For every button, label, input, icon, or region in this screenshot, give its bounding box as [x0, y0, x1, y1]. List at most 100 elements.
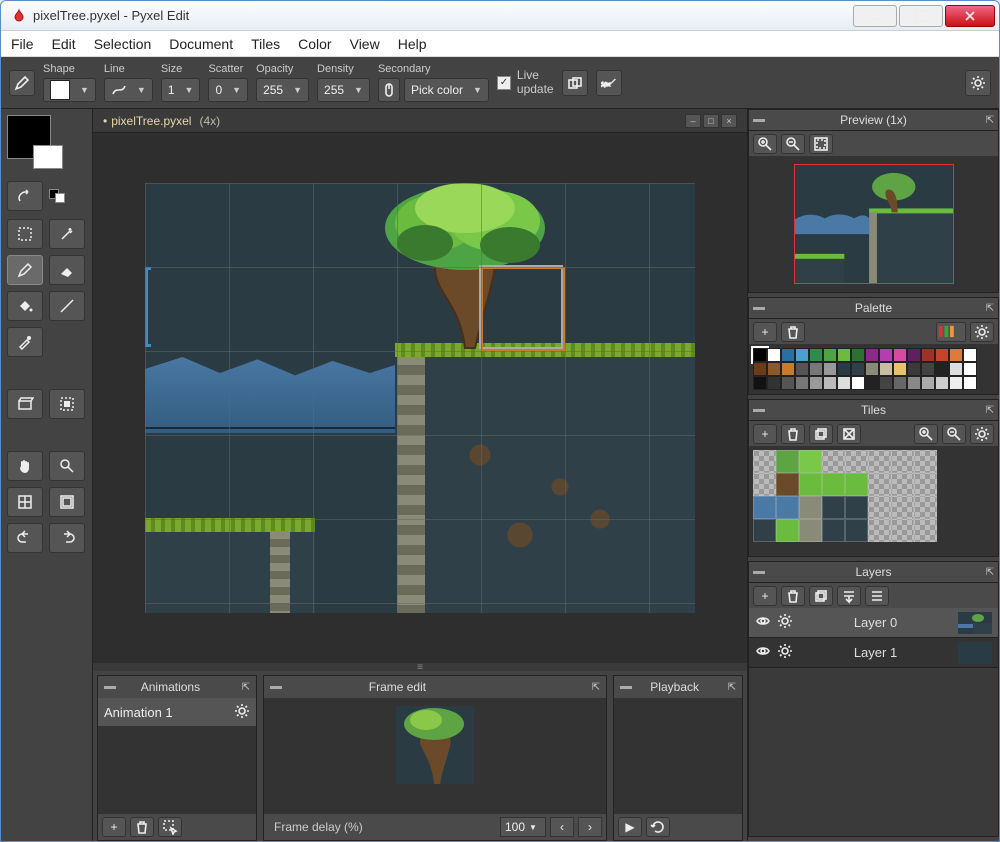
- add-animation-button[interactable]: +: [102, 817, 126, 837]
- palette-swatch[interactable]: [935, 348, 949, 362]
- menu-help[interactable]: Help: [398, 36, 427, 52]
- palette-swatch[interactable]: [963, 348, 977, 362]
- palette-swatch[interactable]: [795, 348, 809, 362]
- canvas[interactable]: [145, 183, 695, 613]
- document-tab[interactable]: • pixelTree.pyxel (4x) – □ ×: [93, 109, 747, 133]
- tiles-popout-icon[interactable]: ⇱: [986, 405, 994, 416]
- preview-zoom-in-icon[interactable]: [753, 134, 777, 154]
- live-update-checkbox[interactable]: ✓: [497, 76, 511, 90]
- prev-frame-button[interactable]: ‹: [550, 817, 574, 837]
- delete-layer-button[interactable]: [781, 586, 805, 606]
- palette-swatch[interactable]: [753, 348, 767, 362]
- preview-viewport[interactable]: [794, 164, 954, 284]
- palette-popout-icon[interactable]: ⇱: [986, 303, 994, 314]
- flatten-button[interactable]: [865, 586, 889, 606]
- palette-swatch[interactable]: [823, 362, 837, 376]
- tiles-settings-gear-icon[interactable]: [970, 424, 994, 444]
- palette-swatch[interactable]: [781, 348, 795, 362]
- next-frame-button[interactable]: ›: [578, 817, 602, 837]
- menu-tiles[interactable]: Tiles: [251, 36, 280, 52]
- palette-swatch[interactable]: [907, 376, 921, 390]
- clear-tile-button[interactable]: [837, 424, 861, 444]
- menu-color[interactable]: Color: [298, 36, 331, 52]
- menu-edit[interactable]: Edit: [52, 36, 76, 52]
- line-tool-icon[interactable]: [49, 291, 85, 321]
- palette-swatch[interactable]: [809, 376, 823, 390]
- eyedropper-tool-icon[interactable]: [7, 327, 43, 357]
- preview-fit-icon[interactable]: [809, 134, 833, 154]
- size-dropdown[interactable]: 1: [161, 78, 201, 102]
- palette-swatch[interactable]: [851, 376, 865, 390]
- palette-swatch[interactable]: [823, 348, 837, 362]
- horizontal-splitter[interactable]: [93, 663, 747, 671]
- palette-swatch[interactable]: [879, 376, 893, 390]
- palette-swatch[interactable]: [865, 362, 879, 376]
- palette-swatch[interactable]: [907, 348, 921, 362]
- palette-swatch[interactable]: [949, 362, 963, 376]
- palette-swatch[interactable]: [781, 376, 795, 390]
- frame-popout-icon[interactable]: ⇱: [592, 682, 600, 693]
- palette-swatch[interactable]: [921, 376, 935, 390]
- palette-swatch[interactable]: [809, 348, 823, 362]
- layer-visibility-icon[interactable]: [755, 613, 771, 632]
- preview-popout-icon[interactable]: ⇱: [986, 115, 994, 126]
- palette-swatch[interactable]: [893, 362, 907, 376]
- window-close-button[interactable]: [945, 5, 995, 27]
- layer-settings-gear-icon[interactable]: [777, 613, 793, 632]
- tiles-zoom-in-icon[interactable]: [914, 424, 938, 444]
- duplicate-layer-button[interactable]: [809, 586, 833, 606]
- palette-settings-gear-icon[interactable]: [970, 322, 994, 342]
- shape-dropdown[interactable]: [43, 78, 96, 102]
- undo-icon[interactable]: [7, 523, 43, 553]
- palette-swatch[interactable]: [795, 362, 809, 376]
- preview-zoom-out-icon[interactable]: [781, 134, 805, 154]
- grid-b-tool-icon[interactable]: [49, 487, 85, 517]
- density-dropdown[interactable]: 255: [317, 78, 370, 102]
- doc-minimize-icon[interactable]: –: [685, 114, 701, 128]
- pencil-tool-button[interactable]: [7, 255, 43, 285]
- palette-swatch[interactable]: [963, 376, 977, 390]
- frame-delay-input[interactable]: 100: [500, 817, 546, 837]
- animations-collapse-icon[interactable]: [104, 686, 116, 689]
- magic-wand-tool-icon[interactable]: [49, 219, 85, 249]
- hand-tool-icon[interactable]: [7, 451, 43, 481]
- pencil-tool-icon[interactable]: [9, 70, 35, 96]
- pick-color-dropdown[interactable]: Pick color: [404, 78, 489, 102]
- palette-swatch[interactable]: [963, 362, 977, 376]
- palette-swatch[interactable]: [935, 376, 949, 390]
- palette-swatch[interactable]: [879, 362, 893, 376]
- palette-swatch[interactable]: [851, 362, 865, 376]
- mouse-icon[interactable]: [378, 78, 400, 102]
- palette-swatch[interactable]: [837, 376, 851, 390]
- palette-swatch[interactable]: [893, 376, 907, 390]
- doc-maximize-icon[interactable]: □: [703, 114, 719, 128]
- scatter-dropdown[interactable]: 0: [208, 78, 248, 102]
- palette-sort-icon[interactable]: [936, 322, 966, 342]
- settings-gear-icon[interactable]: [965, 70, 991, 96]
- palette-swatch[interactable]: [935, 362, 949, 376]
- tiles-zoom-out-icon[interactable]: [942, 424, 966, 444]
- duplicate-tile-button[interactable]: [809, 424, 833, 444]
- palette-collapse-icon[interactable]: [753, 307, 765, 310]
- palette-swatch[interactable]: [851, 348, 865, 362]
- palette-swatch[interactable]: [907, 362, 921, 376]
- secondary-color-swatch[interactable]: [33, 145, 63, 169]
- menu-file[interactable]: File: [11, 36, 34, 52]
- window-minimize-button[interactable]: [853, 5, 897, 27]
- menu-selection[interactable]: Selection: [94, 36, 152, 52]
- line-dropdown[interactable]: [104, 78, 153, 102]
- animation-list-item[interactable]: Animation 1: [98, 698, 256, 726]
- palette-swatch[interactable]: [767, 376, 781, 390]
- menu-document[interactable]: Document: [169, 36, 233, 52]
- tiles-collapse-icon[interactable]: [753, 409, 765, 412]
- preview-collapse-icon[interactable]: [753, 119, 765, 122]
- delete-tile-button[interactable]: [781, 424, 805, 444]
- palette-swatch[interactable]: [837, 362, 851, 376]
- palette-swatch[interactable]: [893, 348, 907, 362]
- frame-preview[interactable]: [396, 706, 474, 784]
- menu-view[interactable]: View: [350, 36, 380, 52]
- palette-swatch[interactable]: [753, 362, 767, 376]
- tile-draw-tool-icon[interactable]: [7, 389, 43, 419]
- layer-visibility-icon[interactable]: [755, 643, 771, 662]
- palette-swatch[interactable]: [767, 348, 781, 362]
